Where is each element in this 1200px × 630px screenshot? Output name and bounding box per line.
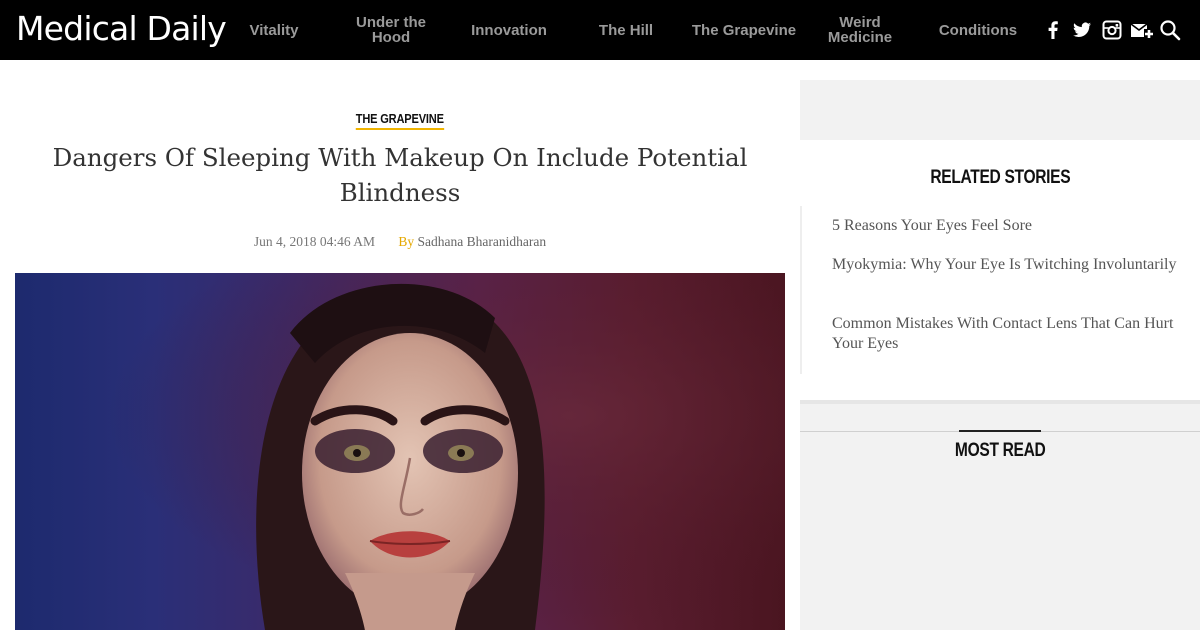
nav-item-the-grapevine[interactable]: The Grapevine [688, 0, 800, 60]
article-meta: Jun 4, 2018 04:46 AM By Sadhana Bharanid… [150, 234, 650, 250]
nav-item-vitality[interactable]: Vitality [236, 0, 312, 60]
byline-label: By [398, 234, 415, 249]
facebook-icon[interactable] [1041, 18, 1065, 42]
ad-placeholder [800, 80, 1200, 140]
search-icon[interactable] [1158, 18, 1182, 42]
newsletter-icon[interactable] [1129, 18, 1155, 42]
site-logo[interactable]: Medical Daily [16, 9, 227, 48]
nav-item-under-the-hood[interactable]: Under the Hood [346, 0, 436, 60]
author-link[interactable]: Sadhana Bharanidharan [418, 234, 547, 249]
nav-item-the-hill[interactable]: The Hill [590, 0, 662, 60]
most-read-heading: MOST READ [800, 440, 1200, 462]
related-stories-heading: RELATED STORIES [800, 167, 1200, 189]
nav-item-innovation[interactable]: Innovation [466, 0, 552, 60]
article-date: Jun 4, 2018 04:46 AM [253, 234, 376, 249]
related-stories-heading-text: RELATED STORIES [930, 167, 1070, 188]
twitter-icon[interactable] [1070, 18, 1094, 42]
related-story-link[interactable]: Myokymia: Why Your Eye Is Twitching Invo… [832, 255, 1177, 275]
hero-image [15, 273, 785, 630]
related-stories-list: 5 Reasons Your Eyes Feel Sore Myokymia: … [800, 206, 1180, 374]
related-story-link[interactable]: 5 Reasons Your Eyes Feel Sore [832, 216, 1177, 236]
related-story-link[interactable]: Common Mistakes With Contact Lens That C… [832, 314, 1177, 354]
article-title: Dangers Of Sleeping With Makeup On Inclu… [52, 143, 748, 207]
most-read-heading-text: MOST READ [954, 440, 1046, 461]
category-link[interactable]: THE GRAPEVINE [355, 111, 444, 130]
site-header: Medical Daily Vitality Under the Hood In… [0, 0, 1200, 60]
most-read-section [800, 400, 1200, 630]
article-category: THE GRAPEVINE [330, 110, 470, 130]
nav-item-weird-medicine[interactable]: Weird Medicine [820, 0, 900, 60]
nav-item-conditions[interactable]: Conditions [932, 0, 1024, 60]
instagram-icon[interactable] [1100, 18, 1124, 42]
divider [959, 430, 1041, 432]
